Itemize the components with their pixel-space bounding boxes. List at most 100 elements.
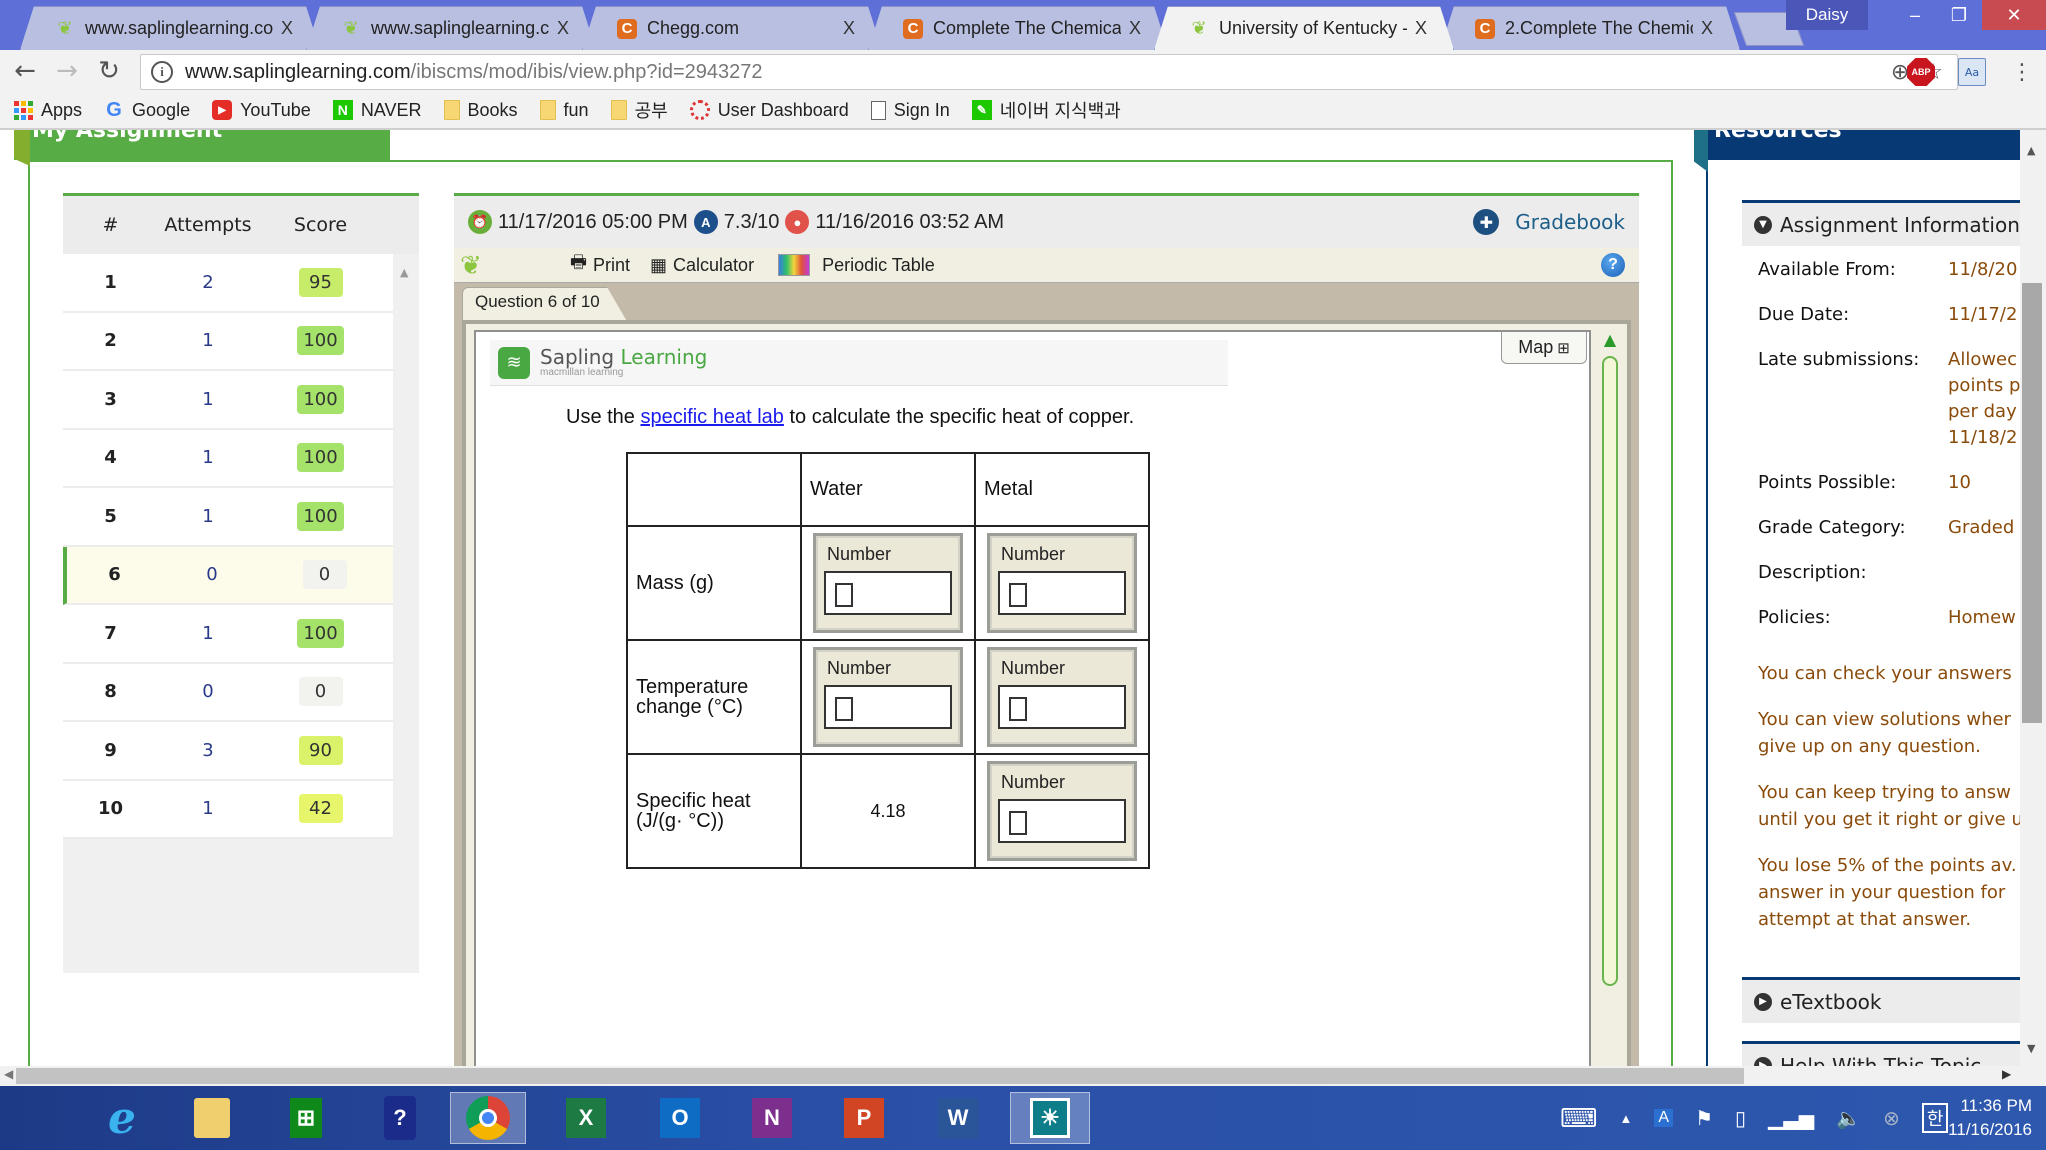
scroll-left-arrow-icon[interactable]: ◀ [4,1067,13,1081]
score-table-row[interactable]: 2 1 100 [63,312,393,371]
taskbar-store[interactable]: ⊞ [276,1092,336,1144]
show-hidden-icons-arrow[interactable]: ▲ [1620,1111,1633,1126]
policy-paragraph: You can keep trying to answ until you ge… [1758,782,2020,830]
bookmark-books[interactable]: Books [443,100,518,121]
scrollbar-thumb[interactable] [16,1068,1744,1084]
language-dictionary-icon[interactable]: A [1654,1109,1674,1127]
scrollbar-thumb[interactable] [1602,356,1618,986]
gradebook-link[interactable]: ✚ Gradebook [1473,209,1625,235]
score-table-row[interactable]: 5 1 100 [63,488,393,547]
close-tab-icon[interactable]: X [1415,18,1427,39]
bookmark-sign-in[interactable]: Sign In [870,100,950,121]
score-table-row[interactable]: 7 1 100 [63,605,393,664]
help-with-topic-toggle[interactable]: ▶ Help With This Topic [1742,1041,2020,1066]
volume-icon[interactable]: 🔈 [1836,1106,1861,1131]
page-horizontal-scrollbar[interactable]: ◀ ▶ [0,1066,2046,1086]
scroll-up-arrow-icon[interactable]: ▲ [2027,144,2035,157]
periodic-table-button[interactable]: Periodic Table [778,254,935,276]
browser-tab-3[interactable]: C Chegg.com X [582,6,882,50]
bookmark-study[interactable]: 공부 [610,97,668,123]
zoom-icon[interactable]: ⊕ [1891,60,1909,85]
taskbar-word[interactable]: W [928,1092,988,1144]
network-signal-icon[interactable]: ▁▃▅ [1768,1106,1814,1131]
close-tab-icon[interactable]: X [557,18,569,39]
my-assignment-heading: My Assignment [14,130,390,160]
score-table-row[interactable]: 6 0 0 [63,546,393,605]
taskbar-help[interactable]: ? [370,1092,430,1144]
bookmark-fun[interactable]: fun [539,100,589,121]
close-tab-icon[interactable]: X [1701,18,1713,39]
touch-keyboard-icon[interactable]: ⌨ [1560,1103,1598,1134]
print-button[interactable]: 🖶 Print [570,250,630,280]
taskbar-internet-explorer[interactable]: e [92,1092,152,1144]
site-info-icon[interactable]: i [151,61,173,83]
assignment-information-toggle[interactable]: ▼ Assignment Information [1742,200,2020,246]
specific-heat-lab-link[interactable]: specific heat lab [640,406,783,428]
map-button[interactable]: Map ⊞ [1501,332,1587,364]
system-clock[interactable]: 11:36 PM 11/16/2016 [1936,1094,2032,1142]
taskbar-photos[interactable]: ☀ [1010,1092,1090,1144]
help-icon[interactable]: ? [1601,253,1625,277]
clock-time: 11:36 PM [1960,1096,2032,1115]
forward-button[interactable]: → [52,56,82,86]
reload-button[interactable]: ↻ [94,56,124,86]
bookmark-google[interactable]: G Google [104,99,190,121]
restore-button[interactable]: ❐ [1936,0,1982,30]
taskbar-onenote[interactable]: N [742,1092,802,1144]
score-table-row[interactable]: 8 0 0 [63,663,393,722]
expand-icon: ▶ [1754,992,1772,1011]
scrollbar-thumb[interactable] [2022,283,2042,723]
score-table-row[interactable]: 1 2 95 [63,254,393,313]
page-vertical-scrollbar[interactable]: ▲ ▼ [2020,130,2046,1066]
score-table-row[interactable]: 9 3 90 [63,722,393,781]
back-button[interactable]: ← [10,56,40,86]
close-tab-icon[interactable]: X [281,18,293,39]
dictionary-extension-icon[interactable]: Aa [1958,58,1986,86]
taskbar-outlook[interactable]: O [650,1092,710,1144]
water-mass-input[interactable] [824,571,952,615]
score-table-row[interactable]: 4 1 100 [63,429,393,488]
close-window-button[interactable]: ✕ [1982,0,2046,30]
metal-specific-heat-input[interactable] [998,799,1126,843]
scroll-up-arrow-icon[interactable]: ▲ [400,266,408,279]
calculator-button[interactable]: ▦ Calculator [650,255,754,276]
onenote-icon: N [752,1098,792,1138]
taskbar-file-explorer[interactable] [182,1092,242,1144]
disconnected-icon[interactable]: ⊗ [1883,1106,1900,1131]
close-tab-icon[interactable]: X [843,18,855,39]
scroll-down-arrow-icon[interactable]: ▼ [2027,1042,2035,1055]
bookmark-user-dashboard[interactable]: User Dashboard [689,100,849,121]
address-bar[interactable]: i www.saplinglearning.com/ibiscms/mod/ib… [140,54,1958,90]
bookmark-youtube[interactable]: ▶ YouTube [212,100,311,121]
taskbar-chrome[interactable] [450,1092,526,1144]
minimize-button[interactable]: – [1892,0,1938,30]
score-table-row[interactable]: 3 1 100 [63,371,393,430]
browser-tab-1[interactable]: ❦ www.saplinglearning.com X [20,6,320,50]
etextbook-toggle[interactable]: ▶ eTextbook [1742,977,2020,1023]
profile-button[interactable]: Daisy [1786,0,1868,30]
bookmark-naver-knowledge[interactable]: ✎ 네이버 지식백과 [971,97,1121,123]
action-center-flag-icon[interactable]: ⚑ [1695,1106,1713,1131]
url-text[interactable]: www.saplinglearning.com/ibiscms/mod/ibis… [185,61,1891,84]
metal-temp-change-input[interactable] [998,685,1126,729]
close-tab-icon[interactable]: X [1129,18,1141,39]
score-table-row[interactable]: 10 1 42 [63,780,393,839]
browser-menu-icon[interactable]: ⋮ [2008,58,2036,86]
taskbar-powerpoint[interactable]: P [834,1092,894,1144]
browser-tab-5-active[interactable]: ❦ University of Kentucky - X [1154,6,1454,50]
browser-tab-6[interactable]: C 2.Complete The Chemica X [1440,6,1740,50]
battery-icon[interactable]: ▯ [1735,1106,1746,1131]
scroll-right-arrow-icon[interactable]: ▶ [2002,1067,2011,1081]
question-tab[interactable]: Question 6 of 10 [462,287,627,321]
bookmark-apps[interactable]: Apps [14,100,82,121]
question-scrollbar[interactable]: ▲ [1599,330,1621,1066]
start-button[interactable] [6,1092,66,1144]
browser-tab-4[interactable]: C Complete The Chemical X [868,6,1168,50]
taskbar-excel[interactable]: X [556,1092,616,1144]
browser-tab-2[interactable]: ❦ www.saplinglearning.com X [306,6,596,50]
bookmark-naver[interactable]: N NAVER [332,100,422,121]
scroll-up-arrow-icon[interactable]: ▲ [1599,330,1621,349]
water-temp-change-input[interactable] [824,685,952,729]
metal-mass-input[interactable] [998,571,1126,615]
question-number: 2 [104,330,117,352]
